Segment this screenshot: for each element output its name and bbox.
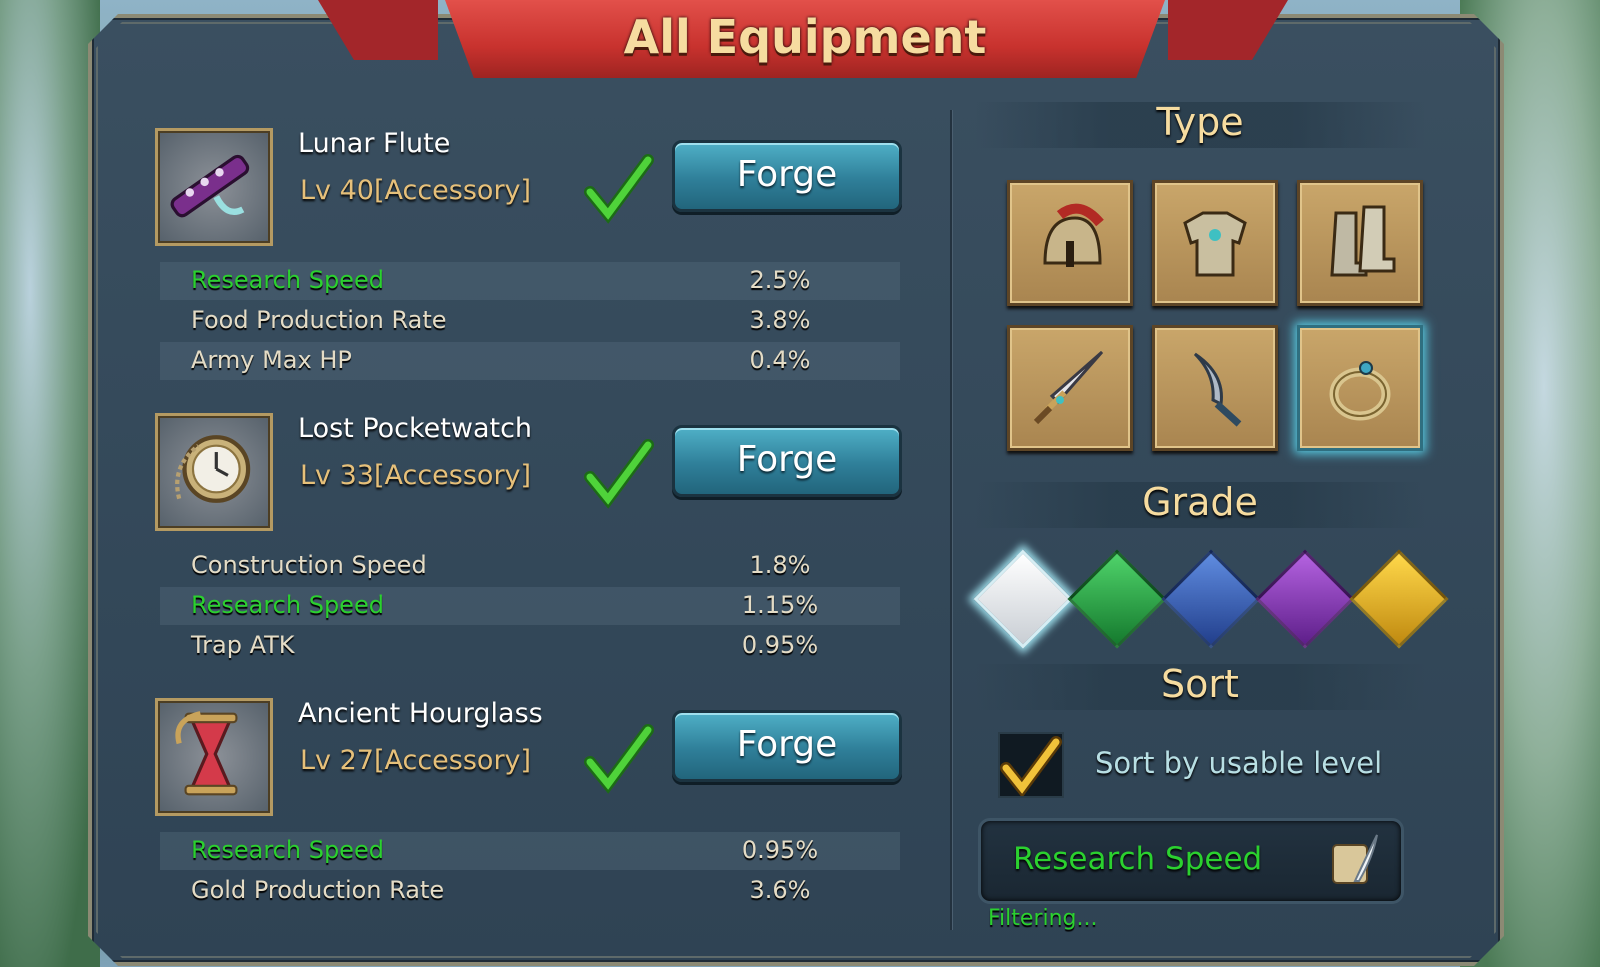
stat-value: 2.5% [749, 266, 811, 294]
stat-label: Food Production Rate [191, 306, 447, 334]
stat-row: Gold Production Rate 3.6% [160, 872, 900, 910]
ring-icon [1329, 361, 1391, 421]
stat-label: Trap ATK [191, 631, 295, 659]
window-title: All Equipment [623, 10, 987, 64]
filtering-status: Filtering... [988, 906, 1098, 931]
stat-label: Gold Production Rate [191, 876, 445, 904]
armor-icon [1183, 211, 1247, 277]
scroll-quill-icon [1332, 834, 1378, 884]
attribute-filter-button[interactable]: Research Speed [978, 818, 1404, 904]
item-level: Lv 40[Accessory] [300, 175, 532, 206]
check-icon [584, 724, 654, 794]
item-level: Lv 33[Accessory] [300, 460, 532, 491]
stat-value: 0.95% [741, 631, 819, 659]
stat-row: Research Speed 0.95% [160, 832, 900, 870]
type-main-hand-tile[interactable] [1007, 325, 1133, 451]
background-left [0, 0, 100, 967]
grade-title: Grade [1142, 480, 1258, 524]
stat-value: 3.6% [749, 876, 811, 904]
forge-button[interactable]: Forge [672, 425, 902, 497]
type-off-hand-tile[interactable] [1152, 325, 1278, 451]
stat-value: 3.8% [749, 306, 811, 334]
stat-value: 1.15% [741, 591, 819, 619]
stat-row: Research Speed 1.15% [160, 587, 900, 625]
item-name: Lost Pocketwatch [298, 413, 533, 444]
sort-by-level-label: Sort by usable level [1095, 746, 1383, 780]
sort-title: Sort [1161, 662, 1239, 706]
type-accessory-tile[interactable] [1297, 325, 1423, 451]
check-icon [584, 439, 654, 509]
boots-icon [1330, 205, 1396, 277]
stat-row: Research Speed 2.5% [160, 262, 900, 300]
checkmark-icon [1000, 736, 1062, 798]
stat-row: Army Max HP 0.4% [160, 342, 900, 380]
item-name: Lunar Flute [298, 128, 451, 159]
forge-button[interactable]: Forge [672, 710, 902, 782]
stat-label: Construction Speed [191, 551, 427, 579]
stat-value: 1.8% [749, 551, 811, 579]
stat-row: Construction Speed 1.8% [160, 547, 900, 585]
item-name: Ancient Hourglass [298, 698, 543, 729]
hourglass-icon[interactable] [155, 698, 273, 816]
stat-label: Army Max HP [191, 346, 352, 374]
stat-value: 0.95% [741, 836, 819, 864]
forge-button[interactable]: Forge [672, 140, 902, 212]
stat-label: Research Speed [191, 591, 384, 619]
type-armor-tile[interactable] [1152, 180, 1278, 306]
stat-row: Trap ATK 0.95% [160, 627, 900, 665]
stat-label: Research Speed [191, 836, 384, 864]
type-boots-tile[interactable] [1297, 180, 1423, 306]
column-divider [950, 110, 952, 930]
type-title: Type [1156, 100, 1244, 144]
helmet-icon [1043, 203, 1104, 267]
pocketwatch-icon[interactable] [155, 413, 273, 531]
check-icon [584, 154, 654, 224]
dagger-icon [1193, 352, 1242, 427]
attribute-filter-label: Research Speed [1013, 841, 1263, 877]
lunar-flute-icon[interactable] [155, 128, 273, 246]
sort-by-level-checkbox[interactable] [998, 732, 1064, 798]
item-level: Lv 27[Accessory] [300, 745, 532, 776]
stat-row: Food Production Rate 3.8% [160, 302, 900, 340]
sword-icon [1033, 350, 1104, 425]
stat-label: Research Speed [191, 266, 384, 294]
type-helmet-tile[interactable] [1007, 180, 1133, 306]
stat-value: 0.4% [749, 346, 811, 374]
